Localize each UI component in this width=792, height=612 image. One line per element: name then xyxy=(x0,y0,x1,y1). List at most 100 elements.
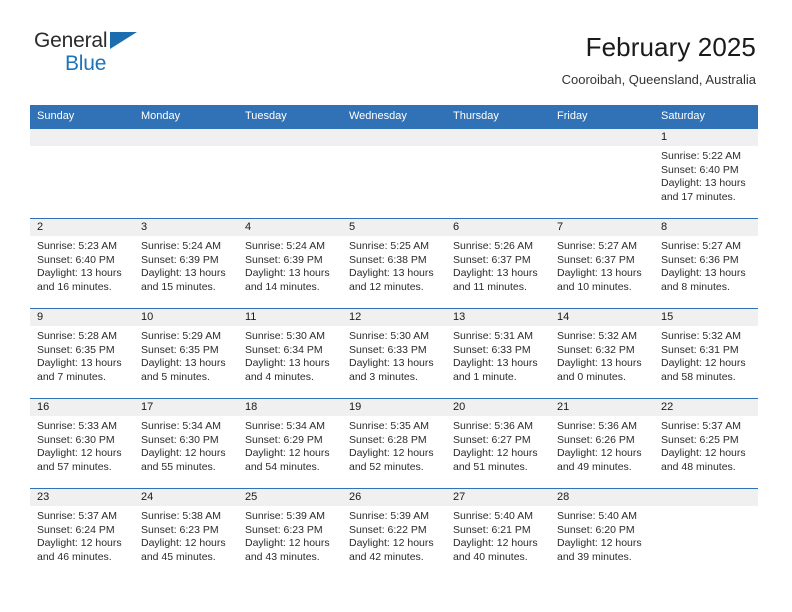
calendar-cell-day[interactable]: 12 Sunrise: 5:30 AM Sunset: 6:33 PM Dayligh… xyxy=(342,308,446,399)
calendar-cell-day[interactable]: 22 Sunrise: 5:37 AM Sunset: 6:25 PM Dayligh… xyxy=(654,398,758,489)
daylight-text: and 4 minutes. xyxy=(245,370,314,383)
daylight-text: Daylight: 12 hours xyxy=(661,447,746,459)
day-cell xyxy=(550,129,654,218)
brand-logo[interactable]: General Blue xyxy=(34,30,164,78)
sunset-text: Sunset: 6:22 PM xyxy=(349,523,427,536)
calendar-cell-day[interactable]: 24 Sunrise: 5:38 AM Sunset: 6:23 PM Dayligh… xyxy=(134,488,238,578)
calendar-cell-day[interactable]: 7 Sunrise: 5:27 AM Sunset: 6:37 PM Daylight… xyxy=(550,218,654,309)
page-header: General Blue February 2025 Cooroibah, Qu… xyxy=(0,0,792,88)
calendar-cell-day[interactable]: 6 Sunrise: 5:26 AM Sunset: 6:37 PM Daylight… xyxy=(446,218,550,309)
sunrise-text: Sunrise: 5:27 AM xyxy=(661,240,741,252)
day-details: Sunrise: 5:39 AM Sunset: 6:22 PM Daylight:… xyxy=(342,506,446,564)
daylight-text: and 3 minutes. xyxy=(349,370,418,383)
daylight-text: and 43 minutes. xyxy=(245,550,320,563)
calendar-cell-day[interactable]: 2 Sunrise: 5:23 AM Sunset: 6:40 PM Daylight… xyxy=(30,218,134,309)
calendar-cell-empty xyxy=(134,129,238,219)
day-number: 28 xyxy=(550,489,654,506)
sunset-text: Sunset: 6:31 PM xyxy=(661,343,739,356)
sunrise-text: Sunrise: 5:25 AM xyxy=(349,240,429,252)
daylight-text: Daylight: 12 hours xyxy=(245,537,330,549)
calendar-cell-day[interactable]: 19 Sunrise: 5:35 AM Sunset: 6:28 PM Dayligh… xyxy=(342,398,446,489)
day-number: 14 xyxy=(550,309,654,326)
calendar-cell-day[interactable]: 25 Sunrise: 5:39 AM Sunset: 6:23 PM Dayligh… xyxy=(238,488,342,578)
sunrise-text: Sunrise: 5:24 AM xyxy=(245,240,325,252)
calendar-cell-day[interactable]: 10 Sunrise: 5:29 AM Sunset: 6:35 PM Dayligh… xyxy=(134,308,238,399)
daylight-text: Daylight: 12 hours xyxy=(141,537,226,549)
calendar-cell-day[interactable]: 8 Sunrise: 5:27 AM Sunset: 6:36 PM Daylight… xyxy=(654,218,758,309)
day-cell: 27 Sunrise: 5:40 AM Sunset: 6:21 PM Dayligh… xyxy=(446,489,550,578)
day-cell: 13 Sunrise: 5:31 AM Sunset: 6:33 PM Dayligh… xyxy=(446,309,550,398)
calendar-cell-day[interactable]: 20 Sunrise: 5:36 AM Sunset: 6:27 PM Dayligh… xyxy=(446,398,550,489)
calendar-grid: Sunday Monday Tuesday Wednesday Thursday Frid… xyxy=(30,105,758,578)
daylight-text: Daylight: 12 hours xyxy=(453,537,538,549)
day-cell xyxy=(446,129,550,218)
daylight-text: Daylight: 13 hours xyxy=(557,267,642,279)
calendar-cell-day[interactable]: 5 Sunrise: 5:25 AM Sunset: 6:38 PM Daylight… xyxy=(342,218,446,309)
daylight-text: Daylight: 12 hours xyxy=(349,537,434,549)
day-cell: 9 Sunrise: 5:28 AM Sunset: 6:35 PM Daylight… xyxy=(30,309,134,398)
calendar-cell-day[interactable]: 11 Sunrise: 5:30 AM Sunset: 6:34 PM Dayligh… xyxy=(238,308,342,399)
sunrise-text: Sunrise: 5:34 AM xyxy=(141,420,221,432)
weekday-header-monday: Monday xyxy=(134,105,238,129)
calendar-week-row: 2 Sunrise: 5:23 AM Sunset: 6:40 PM Daylight… xyxy=(30,218,758,309)
day-number: 12 xyxy=(342,309,446,326)
daylight-text: Daylight: 12 hours xyxy=(37,447,122,459)
daylight-text: and 54 minutes. xyxy=(245,460,320,473)
calendar-cell-day[interactable]: 27 Sunrise: 5:40 AM Sunset: 6:21 PM Dayligh… xyxy=(446,488,550,578)
daylight-text: Daylight: 13 hours xyxy=(245,267,330,279)
daylight-text: and 7 minutes. xyxy=(37,370,106,383)
day-cell: 1 Sunrise: 5:22 AM Sunset: 6:40 PM Daylight… xyxy=(654,129,758,218)
sunset-text: Sunset: 6:30 PM xyxy=(141,433,219,446)
sunset-text: Sunset: 6:21 PM xyxy=(453,523,531,536)
sunrise-text: Sunrise: 5:31 AM xyxy=(453,330,533,342)
calendar-cell-day[interactable]: 26 Sunrise: 5:39 AM Sunset: 6:22 PM Dayligh… xyxy=(342,488,446,578)
day-cell: 11 Sunrise: 5:30 AM Sunset: 6:34 PM Dayligh… xyxy=(238,309,342,398)
sunrise-text: Sunrise: 5:38 AM xyxy=(141,510,221,522)
calendar-cell-day[interactable]: 13 Sunrise: 5:31 AM Sunset: 6:33 PM Dayligh… xyxy=(446,308,550,399)
sunrise-text: Sunrise: 5:26 AM xyxy=(453,240,533,252)
calendar-cell-day[interactable]: 28 Sunrise: 5:40 AM Sunset: 6:20 PM Dayligh… xyxy=(550,488,654,578)
day-details: Sunrise: 5:39 AM Sunset: 6:23 PM Daylight:… xyxy=(238,506,342,564)
calendar-week-row: 9 Sunrise: 5:28 AM Sunset: 6:35 PM Daylight… xyxy=(30,308,758,399)
day-cell: 6 Sunrise: 5:26 AM Sunset: 6:37 PM Daylight… xyxy=(446,219,550,308)
day-cell: 18 Sunrise: 5:34 AM Sunset: 6:29 PM Dayligh… xyxy=(238,399,342,488)
sunrise-text: Sunrise: 5:22 AM xyxy=(661,150,741,162)
day-details: Sunrise: 5:27 AM Sunset: 6:37 PM Daylight:… xyxy=(550,236,654,294)
calendar-cell-day[interactable]: 21 Sunrise: 5:36 AM Sunset: 6:26 PM Dayligh… xyxy=(550,398,654,489)
day-cell: 26 Sunrise: 5:39 AM Sunset: 6:22 PM Dayligh… xyxy=(342,489,446,578)
calendar-cell-day[interactable]: 9 Sunrise: 5:28 AM Sunset: 6:35 PM Daylight… xyxy=(30,308,134,399)
calendar-cell-empty xyxy=(654,488,758,578)
day-number xyxy=(342,129,446,146)
day-number: 11 xyxy=(238,309,342,326)
brand-name-general: General xyxy=(34,29,108,52)
sunset-text: Sunset: 6:24 PM xyxy=(37,523,115,536)
day-number: 27 xyxy=(446,489,550,506)
weekday-header-wednesday: Wednesday xyxy=(342,105,446,129)
calendar-cell-day[interactable]: 14 Sunrise: 5:32 AM Sunset: 6:32 PM Dayligh… xyxy=(550,308,654,399)
calendar-cell-day[interactable]: 16 Sunrise: 5:33 AM Sunset: 6:30 PM Dayligh… xyxy=(30,398,134,489)
day-number: 25 xyxy=(238,489,342,506)
page-title: February 2025 xyxy=(585,32,756,62)
daylight-text: and 52 minutes. xyxy=(349,460,424,473)
calendar-cell-day[interactable]: 23 Sunrise: 5:37 AM Sunset: 6:24 PM Dayligh… xyxy=(30,488,134,578)
day-details: Sunrise: 5:40 AM Sunset: 6:21 PM Daylight:… xyxy=(446,506,550,564)
calendar-cell-day[interactable]: 18 Sunrise: 5:34 AM Sunset: 6:29 PM Dayligh… xyxy=(238,398,342,489)
day-number: 13 xyxy=(446,309,550,326)
daylight-text: and 42 minutes. xyxy=(349,550,424,563)
day-number xyxy=(446,129,550,146)
day-details: Sunrise: 5:30 AM Sunset: 6:34 PM Daylight:… xyxy=(238,326,342,384)
calendar-cell-day[interactable]: 3 Sunrise: 5:24 AM Sunset: 6:39 PM Daylight… xyxy=(134,218,238,309)
daylight-text: and 51 minutes. xyxy=(453,460,528,473)
day-details: Sunrise: 5:34 AM Sunset: 6:29 PM Daylight:… xyxy=(238,416,342,474)
calendar-cell-day[interactable]: 4 Sunrise: 5:24 AM Sunset: 6:39 PM Daylight… xyxy=(238,218,342,309)
sunset-text: Sunset: 6:27 PM xyxy=(453,433,531,446)
sunset-text: Sunset: 6:29 PM xyxy=(245,433,323,446)
calendar-cell-day[interactable]: 17 Sunrise: 5:34 AM Sunset: 6:30 PM Dayligh… xyxy=(134,398,238,489)
sunrise-text: Sunrise: 5:30 AM xyxy=(245,330,325,342)
day-cell: 5 Sunrise: 5:25 AM Sunset: 6:38 PM Daylight… xyxy=(342,219,446,308)
day-number: 26 xyxy=(342,489,446,506)
calendar-cell-day[interactable]: 15 Sunrise: 5:32 AM Sunset: 6:31 PM Dayligh… xyxy=(654,308,758,399)
calendar-cell-day[interactable]: 1 Sunrise: 5:22 AM Sunset: 6:40 PM Daylight… xyxy=(654,129,758,219)
day-number: 24 xyxy=(134,489,238,506)
sunset-text: Sunset: 6:25 PM xyxy=(661,433,739,446)
